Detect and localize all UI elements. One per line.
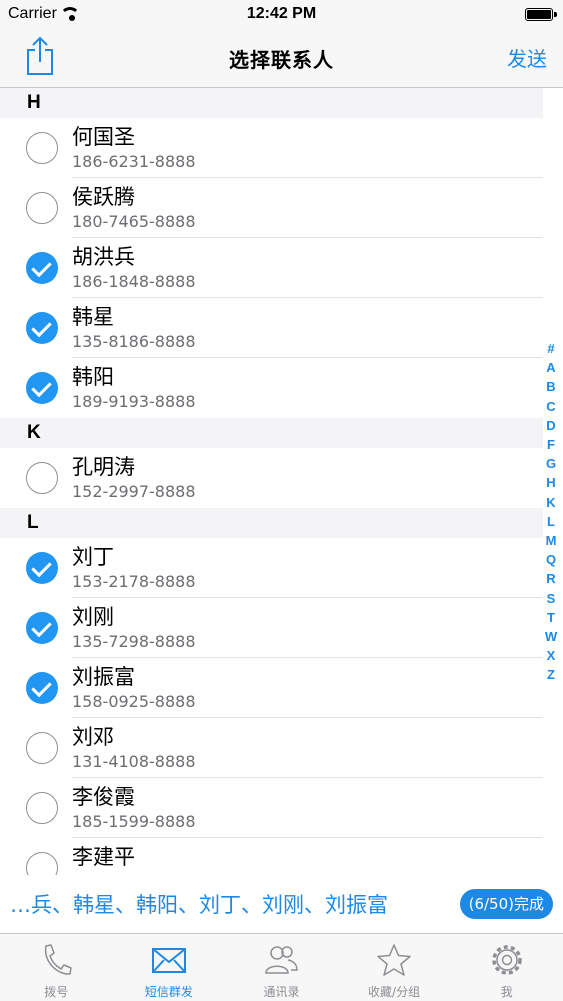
- page-title: 选择联系人: [229, 48, 334, 72]
- done-button[interactable]: (6/50)完成: [459, 889, 553, 919]
- checkbox-unchecked-icon[interactable]: [26, 462, 58, 494]
- index-letter[interactable]: Q: [543, 550, 559, 569]
- tab-contacts[interactable]: 通讯录: [225, 934, 338, 1001]
- checkbox-unchecked-icon[interactable]: [26, 192, 58, 224]
- checkbox-checked-icon[interactable]: [26, 312, 58, 344]
- index-letter[interactable]: W: [543, 627, 559, 646]
- contact-row[interactable]: 韩阳 189-9193-8888: [0, 358, 543, 418]
- section-header: H: [0, 88, 543, 118]
- tab-label: 我: [500, 985, 513, 999]
- contact-phone: 135-7298-8888: [72, 632, 196, 651]
- index-letter[interactable]: H: [543, 473, 559, 492]
- checkbox-checked-icon[interactable]: [26, 672, 58, 704]
- contact-phone: 185-1599-8888: [72, 812, 196, 831]
- tab-phone[interactable]: 拨号: [0, 934, 113, 1001]
- contact-row[interactable]: 侯跃腾 180-7465-8888: [0, 178, 543, 238]
- contact-phone: 135-8186-8888: [72, 332, 196, 351]
- section-header: L: [0, 508, 543, 538]
- contact-row[interactable]: 韩星 135-8186-8888: [0, 298, 543, 358]
- index-letter[interactable]: R: [543, 569, 559, 588]
- checkbox-checked-icon[interactable]: [26, 552, 58, 584]
- contact-phone: 189-9193-8888: [72, 392, 196, 411]
- contact-name: 刘振富: [72, 665, 135, 689]
- star-icon: [377, 944, 411, 976]
- gear-icon: [491, 945, 522, 975]
- status-time: 12:42 PM: [246, 5, 317, 22]
- tab-label: 收藏/分组: [368, 985, 421, 999]
- contact-name: 刘丁: [72, 545, 114, 569]
- index-letter[interactable]: S: [543, 589, 559, 608]
- selection-bar: …兵、韩星、韩阳、刘丁、刘刚、刘振富 (6/50)完成: [0, 875, 563, 933]
- selected-names[interactable]: …兵、韩星、韩阳、刘丁、刘刚、刘振富: [10, 889, 440, 919]
- contact-row[interactable]: 刘刚 135-7298-8888: [0, 598, 543, 658]
- tab-label: 拨号: [44, 985, 69, 999]
- index-letter[interactable]: D: [543, 416, 559, 435]
- send-button[interactable]: 发送: [507, 43, 547, 72]
- contact-name: 胡洪兵: [72, 245, 135, 269]
- status-bar: Carrier 12:42 PM: [0, 0, 563, 30]
- contact-name: 侯跃腾: [72, 185, 135, 209]
- checkbox-unchecked-icon[interactable]: [26, 792, 58, 824]
- tab-star[interactable]: 收藏/分组: [338, 934, 451, 1001]
- tab-label: 短信群发: [144, 985, 193, 999]
- navigation-bar: 选择联系人 发送: [0, 30, 563, 88]
- contact-phone: 180-7465-8888: [72, 212, 196, 231]
- checkbox-checked-icon[interactable]: [26, 372, 58, 404]
- checkbox-checked-icon[interactable]: [26, 252, 58, 284]
- contact-phone: 153-2178-8888: [72, 572, 196, 591]
- index-letter[interactable]: Z: [543, 665, 559, 684]
- battery-icon: [525, 8, 557, 21]
- contact-name: 韩星: [72, 305, 114, 329]
- alphabet-index[interactable]: # A B C D F G H K L M Q R S T W X Z: [543, 339, 559, 685]
- contact-row[interactable]: 胡洪兵 186-1848-8888: [0, 238, 543, 298]
- contacts-icon: [265, 946, 299, 974]
- index-letter[interactable]: #: [543, 339, 559, 358]
- contact-row[interactable]: 李俊霞 185-1599-8888: [0, 778, 543, 838]
- contact-name: 李建平: [72, 845, 135, 869]
- contact-row[interactable]: 刘振富 158-0925-8888: [0, 658, 543, 718]
- index-letter[interactable]: A: [543, 358, 559, 377]
- contact-row[interactable]: 李建平: [0, 838, 543, 875]
- contact-list[interactable]: H 何国圣 186-6231-8888 侯跃腾 180-7465-8888 胡洪兵 186-…: [0, 88, 543, 875]
- index-letter[interactable]: M: [543, 531, 559, 550]
- contact-row[interactable]: 何国圣 186-6231-8888: [0, 118, 543, 178]
- contact-phone: 131-4108-8888: [72, 752, 196, 771]
- envelope-icon: [151, 948, 186, 973]
- checkbox-unchecked-icon[interactable]: [26, 852, 58, 875]
- index-letter[interactable]: K: [543, 493, 559, 512]
- section-header: K: [0, 418, 543, 448]
- contact-phone: 152-2997-8888: [72, 482, 196, 501]
- index-letter[interactable]: G: [543, 454, 559, 473]
- tab-envelope[interactable]: 短信群发: [113, 934, 226, 1001]
- contact-name: 何国圣: [72, 125, 135, 149]
- checkbox-unchecked-icon[interactable]: [26, 132, 58, 164]
- index-letter[interactable]: L: [543, 512, 559, 531]
- index-letter[interactable]: T: [543, 608, 559, 627]
- index-letter[interactable]: X: [543, 646, 559, 665]
- checkbox-unchecked-icon[interactable]: [26, 732, 58, 764]
- index-letter[interactable]: C: [543, 397, 559, 416]
- contact-phone: 158-0925-8888: [72, 692, 196, 711]
- phone-icon: [45, 944, 73, 975]
- contact-row[interactable]: 刘邓 131-4108-8888: [0, 718, 543, 778]
- contact-name: 孔明涛: [72, 455, 135, 479]
- tab-label: 通讯录: [263, 985, 300, 999]
- contact-phone: 186-1848-8888: [72, 272, 196, 291]
- contact-name: 刘刚: [72, 605, 114, 629]
- tab-bar: 拨号 短信群发 通讯录 收藏/分组 我: [0, 933, 563, 1001]
- contact-row[interactable]: 孔明涛 152-2997-8888: [0, 448, 543, 508]
- contact-name: 李俊霞: [72, 785, 135, 809]
- tab-gear[interactable]: 我: [450, 934, 563, 1001]
- index-letter[interactable]: B: [543, 377, 559, 396]
- index-letter[interactable]: F: [543, 435, 559, 454]
- checkbox-checked-icon[interactable]: [26, 612, 58, 644]
- contact-name: 韩阳: [72, 365, 114, 389]
- contact-row[interactable]: 刘丁 153-2178-8888: [0, 538, 543, 598]
- contact-name: 刘邓: [72, 725, 114, 749]
- contact-phone: 186-6231-8888: [72, 152, 196, 171]
